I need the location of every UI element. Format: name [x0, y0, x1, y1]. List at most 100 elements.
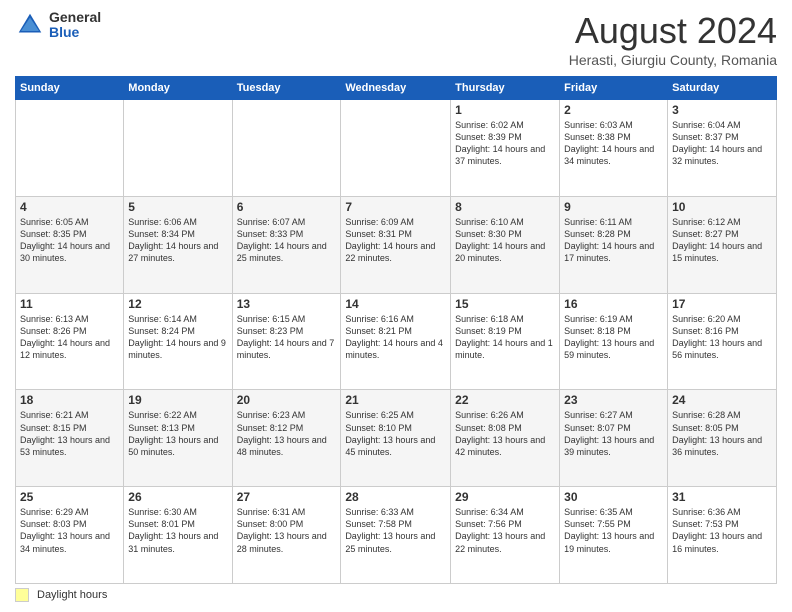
daylight-label: Daylight hours [37, 589, 107, 601]
day-number: 2 [564, 103, 663, 117]
calendar-cell [124, 100, 232, 197]
day-number: 15 [455, 297, 555, 311]
header: General Blue August 2024 Herasti, Giurgi… [15, 10, 777, 68]
day-info: Sunrise: 6:35 AM Sunset: 7:55 PM Dayligh… [564, 506, 663, 555]
calendar-week-2: 11 Sunrise: 6:13 AM Sunset: 8:26 PM Dayli… [16, 293, 777, 390]
day-info: Sunrise: 6:26 AM Sunset: 8:08 PM Dayligh… [455, 409, 555, 458]
calendar-cell: 10 Sunrise: 6:12 AM Sunset: 8:27 PM Dayli… [668, 196, 777, 293]
daylight-box-icon [15, 588, 29, 602]
day-number: 6 [237, 200, 337, 214]
calendar-header-row: SundayMondayTuesdayWednesdayThursdayFrid… [16, 77, 777, 100]
calendar-cell: 22 Sunrise: 6:26 AM Sunset: 8:08 PM Dayli… [451, 390, 560, 487]
calendar-cell: 5Sunrise: 6:06 AM Sunset: 8:34 PM Daylig… [124, 196, 232, 293]
day-number: 17 [672, 297, 772, 311]
calendar-cell: 27 Sunrise: 6:31 AM Sunset: 8:00 PM Dayli… [232, 487, 341, 584]
logo: General Blue [15, 10, 101, 41]
calendar-cell [16, 100, 124, 197]
day-info: Sunrise: 6:13 AM Sunset: 8:26 PM Dayligh… [20, 313, 119, 362]
day-number: 1 [455, 103, 555, 117]
day-number: 21 [345, 393, 446, 407]
calendar-cell: 24 Sunrise: 6:28 AM Sunset: 8:05 PM Dayli… [668, 390, 777, 487]
day-info: Sunrise: 6:34 AM Sunset: 7:56 PM Dayligh… [455, 506, 555, 555]
day-info: Sunrise: 6:07 AM Sunset: 8:33 PM Dayligh… [237, 216, 337, 265]
day-info: Sunrise: 6:25 AM Sunset: 8:10 PM Dayligh… [345, 409, 446, 458]
day-info: Sunrise: 6:31 AM Sunset: 8:00 PM Dayligh… [237, 506, 337, 555]
day-number: 18 [20, 393, 119, 407]
day-info: Sunrise: 6:14 AM Sunset: 8:24 PM Dayligh… [128, 313, 227, 362]
calendar-cell: 7 Sunrise: 6:09 AM Sunset: 8:31 PM Daylig… [341, 196, 451, 293]
day-number: 27 [237, 490, 337, 504]
calendar-cell: 28 Sunrise: 6:33 AM Sunset: 7:58 PM Dayli… [341, 487, 451, 584]
calendar-cell: 17 Sunrise: 6:20 AM Sunset: 8:16 PM Dayli… [668, 293, 777, 390]
day-number: 20 [237, 393, 337, 407]
day-number: 13 [237, 297, 337, 311]
calendar-cell: 6 Sunrise: 6:07 AM Sunset: 8:33 PM Daylig… [232, 196, 341, 293]
calendar-cell: 29 Sunrise: 6:34 AM Sunset: 7:56 PM Dayli… [451, 487, 560, 584]
weekday-header-wednesday: Wednesday [341, 77, 451, 100]
location: Herasti, Giurgiu County, Romania [569, 52, 777, 68]
calendar-cell: 19 Sunrise: 6:22 AM Sunset: 8:13 PM Dayli… [124, 390, 232, 487]
day-number: 14 [345, 297, 446, 311]
calendar-cell: 21 Sunrise: 6:25 AM Sunset: 8:10 PM Dayli… [341, 390, 451, 487]
calendar-cell: 26 Sunrise: 6:30 AM Sunset: 8:01 PM Dayli… [124, 487, 232, 584]
day-info: Sunrise: 6:05 AM Sunset: 8:35 PM Dayligh… [20, 216, 119, 265]
day-number: 3 [672, 103, 772, 117]
calendar-cell: 16Sunrise: 6:19 AM Sunset: 8:18 PM Dayli… [560, 293, 668, 390]
day-info: Sunrise: 6:04 AM Sunset: 8:37 PM Dayligh… [672, 119, 772, 168]
calendar-week-4: 25 Sunrise: 6:29 AM Sunset: 8:03 PM Dayli… [16, 487, 777, 584]
day-info: Sunrise: 6:20 AM Sunset: 8:16 PM Dayligh… [672, 313, 772, 362]
day-info: Sunrise: 6:30 AM Sunset: 8:01 PM Dayligh… [128, 506, 227, 555]
calendar-cell: 15 Sunrise: 6:18 AM Sunset: 8:19 PM Dayli… [451, 293, 560, 390]
day-info: Sunrise: 6:33 AM Sunset: 7:58 PM Dayligh… [345, 506, 446, 555]
day-number: 12 [128, 297, 227, 311]
calendar-cell: 23 Sunrise: 6:27 AM Sunset: 8:07 PM Dayli… [560, 390, 668, 487]
day-number: 8 [455, 200, 555, 214]
day-info: Sunrise: 6:22 AM Sunset: 8:13 PM Dayligh… [128, 409, 227, 458]
page: General Blue August 2024 Herasti, Giurgi… [0, 0, 792, 612]
day-number: 10 [672, 200, 772, 214]
day-number: 24 [672, 393, 772, 407]
calendar-cell: 1Sunrise: 6:02 AM Sunset: 8:39 PM Daylig… [451, 100, 560, 197]
day-info: Sunrise: 6:15 AM Sunset: 8:23 PM Dayligh… [237, 313, 337, 362]
day-info: Sunrise: 6:36 AM Sunset: 7:53 PM Dayligh… [672, 506, 772, 555]
footer: Daylight hours [15, 584, 777, 602]
day-number: 9 [564, 200, 663, 214]
day-info: Sunrise: 6:09 AM Sunset: 8:31 PM Dayligh… [345, 216, 446, 265]
day-info: Sunrise: 6:18 AM Sunset: 8:19 PM Dayligh… [455, 313, 555, 362]
day-number: 22 [455, 393, 555, 407]
day-number: 28 [345, 490, 446, 504]
day-info: Sunrise: 6:28 AM Sunset: 8:05 PM Dayligh… [672, 409, 772, 458]
day-number: 25 [20, 490, 119, 504]
day-number: 23 [564, 393, 663, 407]
weekday-header-sunday: Sunday [16, 77, 124, 100]
day-number: 30 [564, 490, 663, 504]
day-number: 4 [20, 200, 119, 214]
calendar-cell: 12 Sunrise: 6:14 AM Sunset: 8:24 PM Dayli… [124, 293, 232, 390]
day-info: Sunrise: 6:10 AM Sunset: 8:30 PM Dayligh… [455, 216, 555, 265]
day-info: Sunrise: 6:29 AM Sunset: 8:03 PM Dayligh… [20, 506, 119, 555]
calendar-cell: 9 Sunrise: 6:11 AM Sunset: 8:28 PM Daylig… [560, 196, 668, 293]
day-number: 7 [345, 200, 446, 214]
calendar-cell [341, 100, 451, 197]
day-info: Sunrise: 6:21 AM Sunset: 8:15 PM Dayligh… [20, 409, 119, 458]
day-number: 19 [128, 393, 227, 407]
logo-blue-text: Blue [49, 25, 101, 40]
weekday-header-tuesday: Tuesday [232, 77, 341, 100]
calendar-cell: 20Sunrise: 6:23 AM Sunset: 8:12 PM Dayli… [232, 390, 341, 487]
calendar-cell: 31 Sunrise: 6:36 AM Sunset: 7:53 PM Dayli… [668, 487, 777, 584]
calendar-cell: 3 Sunrise: 6:04 AM Sunset: 8:37 PM Daylig… [668, 100, 777, 197]
day-info: Sunrise: 6:06 AM Sunset: 8:34 PM Dayligh… [128, 216, 227, 265]
day-number: 11 [20, 297, 119, 311]
calendar-cell: 4 Sunrise: 6:05 AM Sunset: 8:35 PM Daylig… [16, 196, 124, 293]
calendar-cell: 25 Sunrise: 6:29 AM Sunset: 8:03 PM Dayli… [16, 487, 124, 584]
day-info: Sunrise: 6:27 AM Sunset: 8:07 PM Dayligh… [564, 409, 663, 458]
day-info: Sunrise: 6:19 AM Sunset: 8:18 PM Dayligh… [564, 313, 663, 362]
day-number: 31 [672, 490, 772, 504]
day-info: Sunrise: 6:11 AM Sunset: 8:28 PM Dayligh… [564, 216, 663, 265]
day-number: 26 [128, 490, 227, 504]
calendar-week-1: 4 Sunrise: 6:05 AM Sunset: 8:35 PM Daylig… [16, 196, 777, 293]
calendar-cell [232, 100, 341, 197]
day-number: 29 [455, 490, 555, 504]
calendar-week-3: 18 Sunrise: 6:21 AM Sunset: 8:15 PM Dayli… [16, 390, 777, 487]
day-info: Sunrise: 6:12 AM Sunset: 8:27 PM Dayligh… [672, 216, 772, 265]
